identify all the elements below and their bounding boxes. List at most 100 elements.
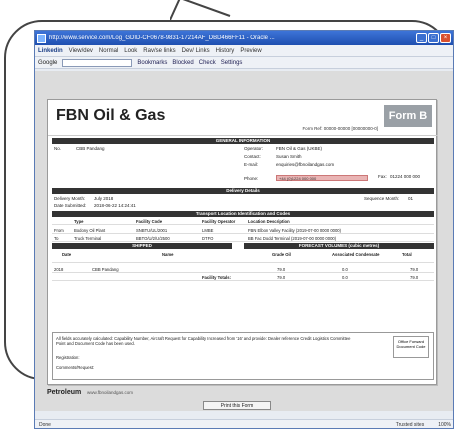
- email-label: E-mail:: [244, 162, 259, 167]
- menu-item-1[interactable]: View/dev: [69, 48, 93, 54]
- footer-logo: Petroleum: [47, 389, 82, 396]
- totals-row: Facility Totals: 79.0 0.0 79.0: [52, 274, 434, 281]
- section-locations: Transport Location Identification and Co…: [52, 211, 434, 217]
- email-value: enquiries@fbnoilandgas.com: [276, 162, 335, 167]
- ship-header-total: Total: [402, 252, 412, 257]
- loc-header-facility-code: Facility Code: [136, 219, 163, 224]
- browser-window: http://www.service.com/Log_GDID-CF0678-9…: [34, 30, 454, 429]
- section-forecast: FORECAST VOLUMES (cubic metres): [244, 243, 434, 249]
- loc-row-0-dir: From: [54, 228, 64, 233]
- toolbar-item-2[interactable]: Check: [199, 60, 216, 66]
- browser-icon: [37, 33, 46, 43]
- toolbar-item-1[interactable]: Blocked: [172, 60, 193, 66]
- sequence-month-label: Sequence Month:: [364, 196, 400, 201]
- loc-row-1-desc: BB Fac Dodd Terminal (2019-07-00 0000 00…: [248, 236, 337, 241]
- phone-label: Phone:: [244, 176, 259, 181]
- page-viewport: FBN Oil & Gas Form B Form Ref: 00000-000…: [35, 71, 453, 411]
- shipped-header-row: Date Name Grade Oil Associated Condensat…: [52, 251, 434, 263]
- ship-row-date: 2018: [54, 267, 64, 272]
- contact-label: Contact:: [244, 154, 261, 159]
- locations-header-row: Type Facility Code Facility Operator Loc…: [52, 218, 434, 225]
- company-name: FBN Oil & Gas: [56, 107, 166, 124]
- maximize-button[interactable]: □: [428, 33, 439, 43]
- window-title: http://www.service.com/Log_GDID-CF0678-9…: [49, 35, 275, 41]
- security-zone: Trusted sites: [395, 422, 425, 428]
- totals-total: 79.0: [410, 275, 419, 280]
- date-submitted-value: 2018-06-22 14:24:41: [94, 203, 136, 208]
- date-submitted-label: Date Submitted:: [54, 203, 87, 208]
- close-button[interactable]: ×: [440, 33, 451, 43]
- section-shipped: SHIPPED: [52, 243, 232, 249]
- title-bar: http://www.service.com/Log_GDID-CF0678-9…: [35, 31, 453, 45]
- ship-header-condensate: Associated Condensate: [332, 252, 380, 257]
- loc-row-0-desc: FBN Elbon Valley Facility (2019-07-00 00…: [248, 228, 342, 233]
- comments-label: Comments/Request:: [56, 365, 95, 370]
- google-toolbar: Google Bookmarks Blocked Check Settings: [35, 57, 453, 69]
- table-row: 2018 CBB Pandang 79.0 0.0 79.0: [52, 266, 434, 273]
- ship-row-total: 79.0: [410, 267, 419, 272]
- no-value: CBB Pandang: [76, 146, 105, 151]
- menu-item-2[interactable]: Normal: [99, 48, 118, 54]
- footer-link[interactable]: www.fbnoilandgas.com: [87, 390, 133, 395]
- delivery-month-label: Delivery Month:: [54, 196, 86, 201]
- sequence-month-value: 01: [408, 196, 414, 201]
- totals-condensate: 0.0: [342, 275, 348, 280]
- no-label: No.: [54, 146, 62, 151]
- ship-header-grade: Grade Oil: [272, 252, 291, 257]
- form-document: FBN Oil & Gas Form B Form Ref: 00000-000…: [47, 99, 438, 385]
- section-delivery: Delivery Details: [52, 188, 434, 194]
- status-text: Done: [39, 422, 51, 428]
- ship-row-grade: 79.0: [277, 267, 286, 272]
- form-reference: Form Ref: 00000-00000 [00000000-0]: [302, 126, 378, 131]
- ship-header-name: Name: [162, 252, 174, 257]
- loc-row-0-operator: LMBE: [202, 228, 214, 233]
- loc-row-1-operator: DTFO: [202, 236, 214, 241]
- section-general: GENERAL INFORMATION: [52, 138, 434, 144]
- minimize-button[interactable]: _: [416, 33, 427, 43]
- notes-text: All fields accurately calculated: Capabi…: [56, 336, 351, 346]
- menu-item-5[interactable]: Dev/ Links: [182, 48, 210, 54]
- print-button[interactable]: Print this Form: [203, 401, 271, 410]
- phone-value: +44 (0)1224 000 000: [276, 175, 368, 181]
- loc-header-operator: Facility Operator: [202, 219, 236, 224]
- contact-value: Susan Smith: [276, 154, 302, 159]
- menu-item-7[interactable]: Preview: [240, 48, 261, 54]
- bubble-tail: [170, 0, 238, 20]
- operator-label: Operator:: [244, 146, 264, 151]
- ship-row-condensate: 0.0: [342, 267, 348, 272]
- stage: http://www.service.com/Log_GDID-CF0678-9…: [0, 0, 458, 433]
- toolbar-label: Google: [38, 59, 58, 66]
- menu-item-0[interactable]: Linkedin: [38, 48, 63, 54]
- zoom-level[interactable]: 100%: [438, 422, 451, 428]
- totals-label: Facility Totals:: [202, 275, 232, 280]
- loc-row-1-code: BBTO/U/2/U/2500: [136, 236, 170, 241]
- table-row: From Bodony Oil Plant SNBTU/UL/2001 LMBE…: [52, 227, 434, 234]
- loc-row-0-code: SNBTU/UL/2001: [136, 228, 168, 233]
- form-label: Form B: [384, 105, 432, 127]
- menu-item-3[interactable]: Look: [124, 48, 137, 54]
- fax-value: 01224 000 000: [390, 174, 421, 179]
- loc-header-description: Location Description: [248, 219, 290, 224]
- fax-label: Fax:: [378, 174, 387, 179]
- notes-box: All fields accurately calculated: Capabi…: [52, 332, 434, 380]
- toolbar-item-0[interactable]: Bookmarks: [137, 60, 167, 66]
- status-bar: Done Trusted sites 100%: [35, 419, 453, 428]
- table-row: To Truck Terminal BBTO/U/2/U/2500 DTFO B…: [52, 235, 434, 242]
- toolbar-item-3[interactable]: Settings: [221, 60, 243, 66]
- ship-row-name: CBB Pandang: [92, 267, 119, 272]
- search-input[interactable]: [62, 58, 133, 67]
- registration-label: Registration:: [56, 355, 80, 360]
- loc-header-type: Type: [74, 219, 84, 224]
- office-code-box: Office Forward Document Code: [393, 336, 429, 358]
- menu-bar: Linkedin View/dev Normal Look Rav/se lin…: [35, 45, 453, 57]
- loc-row-1-type: Truck Terminal: [74, 236, 102, 241]
- menu-item-4[interactable]: Rav/se links: [143, 48, 175, 54]
- loc-row-0-type: Bodony Oil Plant: [74, 228, 106, 233]
- loc-row-1-dir: To: [54, 236, 59, 241]
- document-header: FBN Oil & Gas Form B Form Ref: 00000-000…: [48, 100, 438, 136]
- totals-grade: 79.0: [277, 275, 286, 280]
- ship-header-date: Date: [62, 252, 72, 257]
- operator-value: FBN Oil & Gas (UKBE): [276, 146, 323, 151]
- menu-item-6[interactable]: History: [216, 48, 235, 54]
- delivery-month-value: July 2018: [94, 196, 114, 201]
